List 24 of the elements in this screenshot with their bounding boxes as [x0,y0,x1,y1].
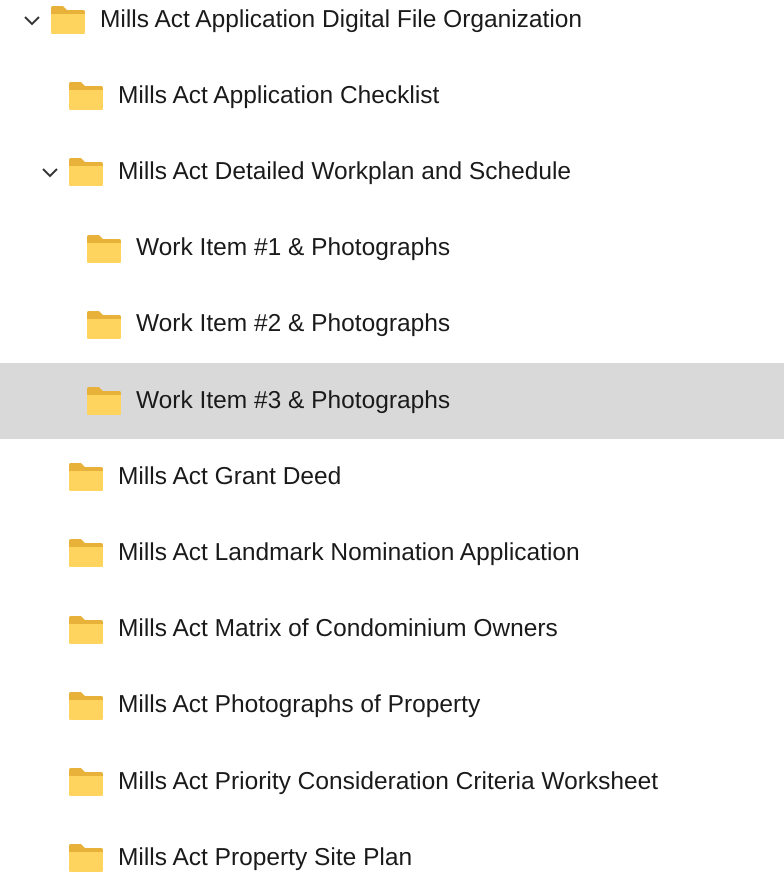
tree-item[interactable]: Mills Act Application Digital File Organization [0,0,784,58]
tree-item[interactable]: Mills Act Property Site Plan [0,820,784,875]
tree-item[interactable]: Mills Act Landmark Nomination Application [0,515,784,592]
tree-item[interactable]: Mills Act Application Checklist [0,58,784,134]
folder-icon [68,843,104,874]
tree-item[interactable]: Work Item #3 & Photographs [0,362,784,440]
tree-item[interactable]: Mills Act Detailed Workplan and Schedule [0,134,784,211]
folder-icon [50,5,86,36]
folder-icon [86,386,122,416]
tree-item[interactable]: Mills Act Matrix of Condominium Owners [0,592,784,668]
folder-icon [68,462,104,492]
tree-item[interactable]: Mills Act Photographs of Property [0,668,784,744]
tree-item[interactable]: Work Item #2 & Photographs [0,286,784,363]
folder-icon [68,690,104,721]
folder-icon [68,157,104,188]
folder-icon [68,538,104,568]
folder-icon [68,766,104,797]
tree-item[interactable]: Mills Act Grant Deed [0,439,784,516]
folder-icon [68,81,104,112]
tree-item[interactable]: Mills Act Priority Consideration Criteria Worksheet [0,744,784,820]
folder-icon [86,310,122,340]
folder-icon [68,614,104,645]
folder-icon [86,234,122,264]
tree-item[interactable]: Work Item #1 & Photographs [0,210,784,287]
